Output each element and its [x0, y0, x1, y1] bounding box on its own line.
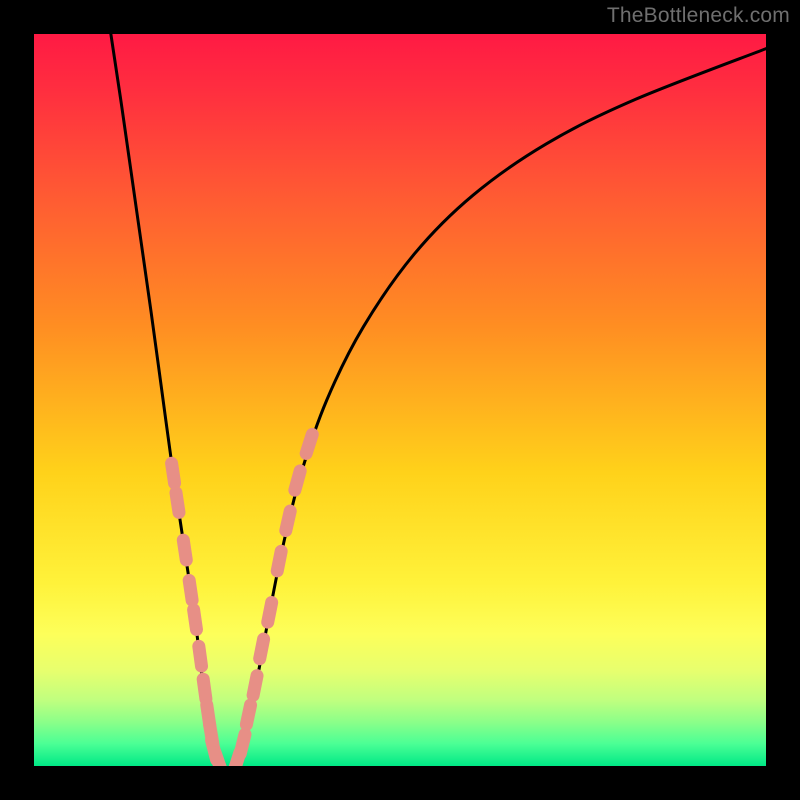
chart-frame: TheBottleneck.com: [0, 0, 800, 800]
right-markers: [234, 434, 313, 766]
right-branch-curve: [239, 49, 766, 766]
left-markers: [172, 463, 222, 766]
plot-area: [34, 34, 766, 766]
curves-layer: [34, 34, 766, 766]
watermark-text: TheBottleneck.com: [607, 4, 790, 28]
